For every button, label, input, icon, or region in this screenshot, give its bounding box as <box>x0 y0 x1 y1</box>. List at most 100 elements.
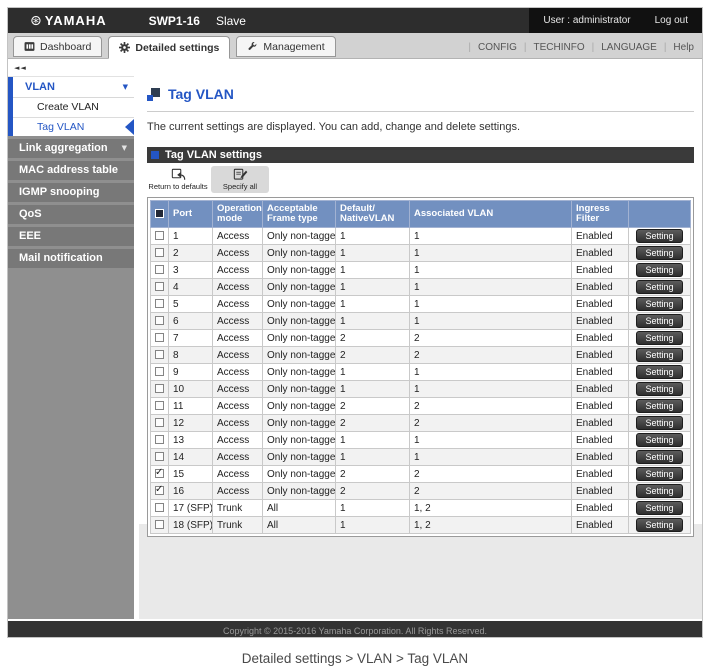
sidebar-item-eee[interactable]: EEE <box>8 227 134 246</box>
cell-associated-vlan: 1 <box>409 312 572 330</box>
row-checkbox[interactable] <box>155 316 164 326</box>
column-header-setting <box>628 200 691 228</box>
setting-button[interactable]: Setting <box>636 484 683 498</box>
setting-button[interactable]: Setting <box>636 331 683 345</box>
cell-ingress-filter: Enabled <box>571 397 629 415</box>
column-header-frame-type: Acceptable Frame type <box>267 203 318 224</box>
section-title: Tag VLAN settings <box>165 149 262 161</box>
device-model: SWP1-16 <box>148 13 200 28</box>
sidebar-item-link-aggregation[interactable]: Link aggregation ▼ <box>8 139 134 158</box>
row-checkbox[interactable] <box>155 333 164 343</box>
logout-button[interactable]: Log out <box>655 15 688 26</box>
sidebar-item-label: IGMP snooping <box>19 186 100 198</box>
column-header-operation-mode: Operation mode <box>217 203 262 224</box>
row-checkbox[interactable] <box>155 367 164 377</box>
cell-ingress-filter: Enabled <box>571 516 629 534</box>
tab-management[interactable]: Management <box>236 36 336 57</box>
sidebar-item-vlan[interactable]: VLAN ▼ <box>13 77 134 98</box>
setting-button[interactable]: Setting <box>636 450 683 464</box>
top-links: | CONFIG | TECHINFO | LANGUAGE | Help <box>468 42 702 58</box>
setting-button[interactable]: Setting <box>636 467 683 481</box>
cell-operation-mode: Access <box>212 227 263 245</box>
top-link-language[interactable]: LANGUAGE <box>601 42 657 53</box>
sidebar-item-igmp-snooping[interactable]: IGMP snooping <box>8 183 134 202</box>
cell-associated-vlan: 1 <box>409 261 572 279</box>
row-checkbox[interactable] <box>155 384 164 394</box>
cell-ingress-filter: Enabled <box>571 380 629 398</box>
top-link-techinfo[interactable]: TECHINFO <box>534 42 585 53</box>
collapse-sidebar-icon[interactable]: ◄◄ <box>14 64 27 72</box>
setting-button[interactable]: Setting <box>636 501 683 515</box>
cell-frame-type: Only non-tagged <box>262 414 336 432</box>
tab-dashboard[interactable]: Dashboard <box>13 36 103 57</box>
return-to-defaults-button[interactable]: Return to defaults <box>148 166 208 193</box>
cell-operation-mode: Access <box>212 278 263 296</box>
cell-frame-type: Only non-tagged <box>262 278 336 296</box>
top-link-config[interactable]: CONFIG <box>478 42 517 53</box>
row-checkbox[interactable] <box>155 503 164 513</box>
row-checkbox[interactable] <box>155 350 164 360</box>
cell-operation-mode: Access <box>212 465 263 483</box>
cell-native-vlan: 2 <box>335 482 410 500</box>
column-header-port: Port <box>173 208 192 219</box>
cell-frame-type: Only non-tagged <box>262 227 336 245</box>
cell-ingress-filter: Enabled <box>571 261 629 279</box>
row-checkbox[interactable] <box>155 484 164 496</box>
sidebar-item-label: QoS <box>19 208 42 220</box>
tab-detailed-settings[interactable]: Detailed settings <box>108 36 231 59</box>
setting-button[interactable]: Setting <box>636 229 683 243</box>
cell-port: 11 <box>168 397 213 415</box>
tab-label: Management <box>263 40 325 53</box>
cell-native-vlan: 2 <box>335 414 410 432</box>
cell-port: 4 <box>168 278 213 296</box>
setting-button[interactable]: Setting <box>636 263 683 277</box>
row-checkbox[interactable] <box>155 520 164 530</box>
cell-frame-type: All <box>262 499 336 517</box>
sidebar-item-create-vlan[interactable]: Create VLAN <box>13 98 134 117</box>
sidebar-item-mac-address-table[interactable]: MAC address table <box>8 161 134 180</box>
cell-operation-mode: Access <box>212 431 263 449</box>
setting-button[interactable]: Setting <box>636 297 683 311</box>
row-checkbox[interactable] <box>155 248 164 258</box>
setting-button[interactable]: Setting <box>636 433 683 447</box>
cell-operation-mode: Access <box>212 397 263 415</box>
table-body: 1 Access Only non-tagged 1 1 Enabled Setting 2 A… <box>150 227 691 534</box>
cell-native-vlan: 1 <box>335 448 410 466</box>
row-checkbox[interactable] <box>155 231 164 241</box>
row-checkbox[interactable] <box>155 452 164 462</box>
setting-button[interactable]: Setting <box>636 416 683 430</box>
dashboard-icon <box>24 41 35 52</box>
setting-button[interactable]: Setting <box>636 246 683 260</box>
cell-ingress-filter: Enabled <box>571 448 629 466</box>
row-checkbox[interactable] <box>155 299 164 309</box>
cell-native-vlan: 1 <box>335 312 410 330</box>
sidebar-item-qos[interactable]: QoS <box>8 205 134 224</box>
sidebar-item-mail-notification[interactable]: Mail notification <box>8 249 134 268</box>
row-checkbox[interactable] <box>155 401 164 411</box>
setting-button[interactable]: Setting <box>636 314 683 328</box>
sidebar-item-tag-vlan[interactable]: Tag VLAN <box>13 117 134 136</box>
setting-button[interactable]: Setting <box>636 518 683 532</box>
setting-button[interactable]: Setting <box>636 348 683 362</box>
cell-ingress-filter: Enabled <box>571 312 629 330</box>
row-checkbox[interactable] <box>155 467 164 479</box>
row-checkbox[interactable] <box>155 418 164 428</box>
setting-button[interactable]: Setting <box>636 382 683 396</box>
page: ⊛ YAMAHA SWP1-16 Slave User : administra… <box>0 0 710 672</box>
top-link-help[interactable]: Help <box>673 42 694 53</box>
setting-button[interactable]: Setting <box>636 399 683 413</box>
button-label: Specify all <box>222 182 258 191</box>
row-checkbox[interactable] <box>155 265 164 275</box>
cell-port: 9 <box>168 363 213 381</box>
specify-all-button[interactable]: Specify all <box>211 166 269 193</box>
row-checkbox[interactable] <box>155 282 164 292</box>
select-all-checkbox[interactable] <box>155 208 164 218</box>
setting-button[interactable]: Setting <box>636 365 683 379</box>
cell-native-vlan: 2 <box>335 465 410 483</box>
table-row: 13 Access Only non-tagged 1 1 Enabled Setting <box>150 431 691 449</box>
row-checkbox[interactable] <box>155 435 164 445</box>
page-description: The current settings are displayed. You … <box>147 121 521 133</box>
cell-frame-type: Only non-tagged <box>262 346 336 364</box>
chevron-down-icon: ▼ <box>122 83 128 91</box>
setting-button[interactable]: Setting <box>636 280 683 294</box>
